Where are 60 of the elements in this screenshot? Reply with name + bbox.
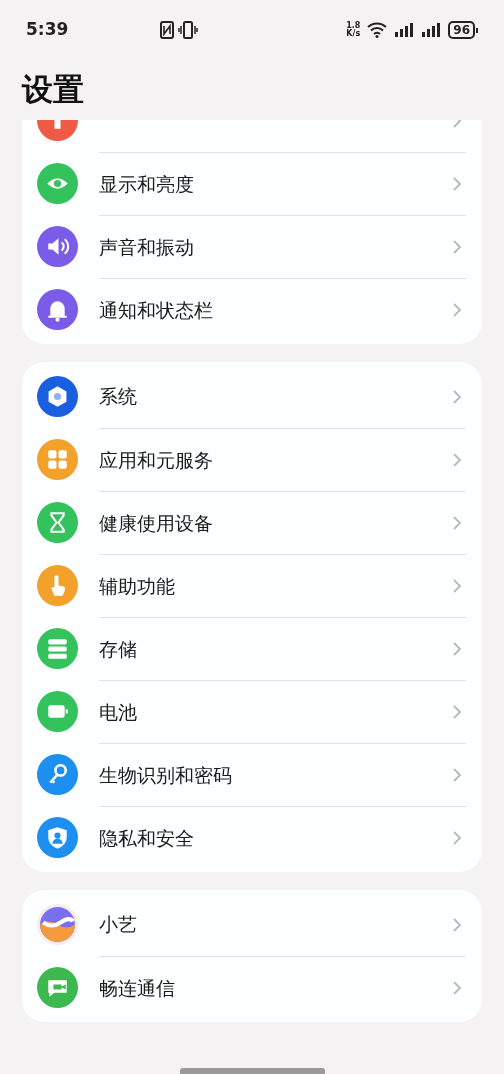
settings-item[interactable]: 生物识别和密码 xyxy=(22,743,482,806)
hand-icon xyxy=(37,565,78,606)
settings-item[interactable]: 辅助功能 xyxy=(22,554,482,617)
item-label: 通知和状态栏 xyxy=(99,297,213,323)
shield-icon xyxy=(37,817,78,858)
settings-item[interactable]: 小艺 xyxy=(22,893,482,956)
chevron-right-icon xyxy=(452,302,462,318)
settings-item[interactable]: 健康使用设备 xyxy=(22,491,482,554)
settings-item[interactable]: 电池 xyxy=(22,680,482,743)
chevron-right-icon xyxy=(452,704,462,720)
chevron-right-icon xyxy=(452,239,462,255)
chevron-right-icon xyxy=(452,767,462,783)
signal-icon xyxy=(421,23,442,37)
grid-icon xyxy=(37,439,78,480)
speaker-icon xyxy=(37,226,78,267)
item-label: 畅连通信 xyxy=(99,975,175,1001)
chevron-right-icon xyxy=(452,388,462,405)
settings-item[interactable]: 系统 xyxy=(22,365,482,428)
settings-item[interactable]: 存储 xyxy=(22,617,482,680)
settings-item[interactable]: 显示和亮度 xyxy=(22,152,482,215)
eye-icon xyxy=(37,163,78,204)
item-label: 系统 xyxy=(99,384,137,410)
status-time: 5:39 xyxy=(26,18,69,42)
settings-item[interactable]: 声音和振动 xyxy=(22,215,482,278)
vibrate-icon xyxy=(178,21,199,39)
orb-icon xyxy=(37,904,78,945)
settings-item[interactable]: 应用和元服务 xyxy=(22,428,482,491)
bell-icon xyxy=(37,289,78,330)
chat-bubble-icon xyxy=(37,967,78,1008)
nfc-icon xyxy=(160,21,175,39)
chevron-right-icon xyxy=(452,641,462,657)
item-label: 显示和亮度 xyxy=(99,171,194,197)
chevron-right-icon xyxy=(452,980,462,996)
signal-icon xyxy=(394,23,415,37)
chevron-right-icon xyxy=(452,578,462,594)
item-label: 存储 xyxy=(99,636,137,662)
item-label: 隐私和安全 xyxy=(99,825,194,851)
chevron-right-icon xyxy=(452,176,462,192)
key-icon xyxy=(37,754,78,795)
stack-icon xyxy=(37,628,78,669)
item-label: 声音和振动 xyxy=(99,234,194,260)
item-label: 应用和元服务 xyxy=(99,447,213,473)
page-title: 设置 xyxy=(22,69,84,109)
item-label: 健康使用设备 xyxy=(99,510,213,536)
battery-icon xyxy=(37,691,78,732)
item-label: 电池 xyxy=(99,699,137,725)
chevron-right-icon xyxy=(452,515,462,531)
settings-item[interactable]: 畅连通信 xyxy=(22,956,482,1019)
battery-indicator: 96 xyxy=(448,21,478,39)
item-label: 生物识别和密码 xyxy=(99,762,232,788)
settings-item[interactable]: 通知和状态栏 xyxy=(22,278,482,341)
settings-item[interactable]: 隐私和安全 xyxy=(22,806,482,869)
chevron-right-icon xyxy=(452,452,462,468)
network-speed: 1.8 K/s xyxy=(346,22,361,38)
wifi-icon xyxy=(367,22,388,38)
item-label: 小艺 xyxy=(99,912,137,938)
chevron-right-icon xyxy=(452,916,462,933)
item-label: 辅助功能 xyxy=(99,573,175,599)
hourglass-icon xyxy=(37,502,78,543)
chevron-right-icon xyxy=(452,830,462,846)
